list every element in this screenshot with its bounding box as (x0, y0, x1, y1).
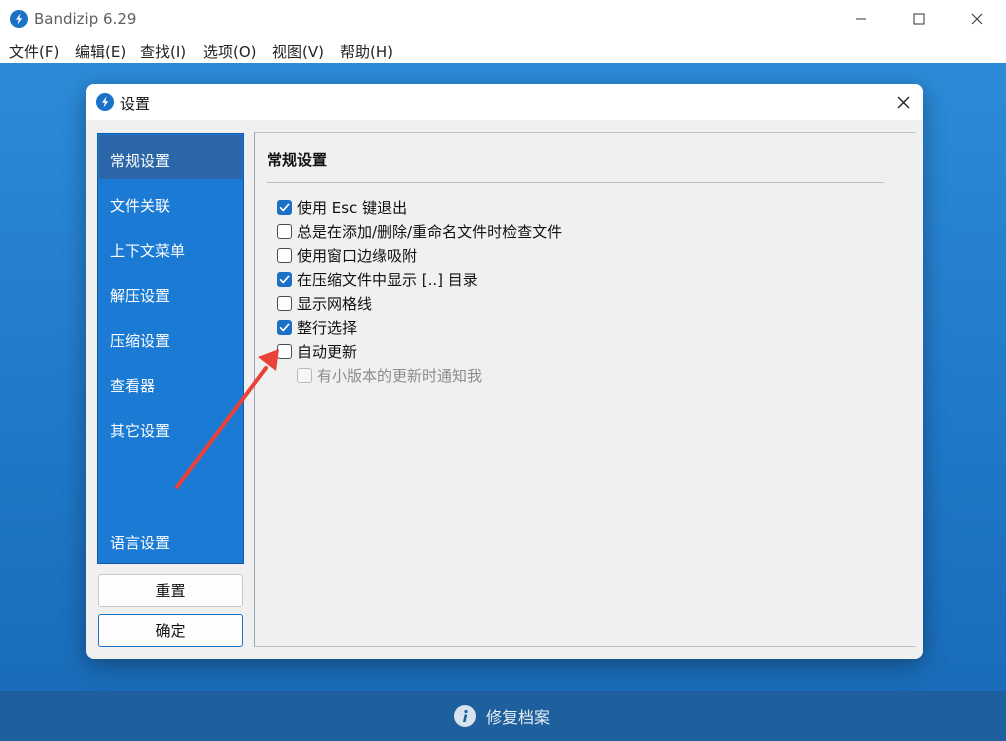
menu-help[interactable]: 帮助(H) (340, 41, 393, 62)
settings-content: 常规设置 使用 Esc 键退出 总是在添加/删除/重命名文件时检查文件 使用窗口… (254, 132, 916, 647)
dialog-title-bar: 设置 (86, 84, 923, 120)
nav-item-extract[interactable]: 解压设置 (99, 270, 242, 314)
nav-item-context-menu[interactable]: 上下文菜单 (99, 225, 242, 269)
bandizip-logo-icon (10, 10, 28, 28)
checkmark-icon (279, 203, 290, 211)
option-show-parent-dir[interactable]: 在压缩文件中显示 [..] 目录 (277, 269, 478, 289)
option-label: 显示网格线 (297, 294, 373, 313)
menu-bar: 文件(F) 编辑(E) 查找(I) 选项(O) 视图(V) 帮助(H) (0, 38, 1006, 63)
nav-item-viewer[interactable]: 查看器 (99, 360, 242, 404)
checkbox-full-row-select[interactable] (277, 319, 292, 335)
checkmark-icon (279, 275, 290, 283)
checkbox-auto-update[interactable] (277, 343, 292, 359)
menu-options[interactable]: 选项(O) (203, 41, 257, 62)
title-bar: Bandizip 6.29 (0, 0, 1006, 38)
checkbox-check-files[interactable] (277, 223, 292, 239)
repair-archive-button[interactable]: 修复档案 (454, 704, 550, 728)
close-button[interactable] (948, 0, 1006, 38)
option-label: 总是在添加/删除/重命名文件时检查文件 (297, 222, 563, 241)
option-label: 整行选择 (297, 318, 358, 337)
checkbox-show-parent-dir[interactable] (277, 271, 292, 287)
close-icon (897, 96, 909, 108)
menu-find[interactable]: 查找(I) (140, 41, 186, 62)
menu-edit[interactable]: 编辑(E) (75, 41, 126, 62)
minimize-icon (856, 18, 866, 20)
section-title: 常规设置 (267, 151, 328, 169)
nav-item-general[interactable]: 常规设置 (99, 135, 242, 179)
menu-file[interactable]: 文件(F) (9, 41, 59, 62)
footer-bar: 修复档案 (0, 691, 1006, 741)
option-label: 自动更新 (297, 342, 358, 361)
option-grid-lines[interactable]: 显示网格线 (277, 293, 372, 313)
close-icon (971, 13, 983, 25)
nav-item-compress[interactable]: 压缩设置 (99, 315, 242, 359)
option-minor-update-notify: 有小版本的更新时通知我 (297, 365, 482, 385)
option-auto-update[interactable]: 自动更新 (277, 341, 357, 361)
option-label: 使用 Esc 键退出 (297, 198, 408, 217)
dialog-title: 设置 (120, 95, 151, 113)
nav-item-language[interactable]: 语言设置 (99, 517, 242, 561)
checkbox-window-snap[interactable] (277, 247, 292, 263)
option-esc-exit[interactable]: 使用 Esc 键退出 (277, 197, 407, 217)
option-label: 使用窗口边缘吸附 (297, 246, 418, 265)
option-label: 有小版本的更新时通知我 (317, 366, 483, 385)
minimize-button[interactable] (832, 0, 890, 38)
option-label: 在压缩文件中显示 [..] 目录 (297, 270, 478, 289)
option-check-files[interactable]: 总是在添加/删除/重命名文件时检查文件 (277, 221, 562, 241)
repair-archive-label: 修复档案 (486, 708, 551, 727)
maximize-button[interactable] (890, 0, 948, 38)
info-icon (454, 705, 476, 727)
settings-nav: 常规设置 文件关联 上下文菜单 解压设置 压缩设置 查看器 其它设置 语言设置 (97, 133, 244, 564)
menu-view[interactable]: 视图(V) (272, 41, 324, 62)
ok-button[interactable]: 确定 (98, 614, 243, 647)
option-window-snap[interactable]: 使用窗口边缘吸附 (277, 245, 417, 265)
reset-button[interactable]: 重置 (98, 574, 243, 607)
checkbox-grid-lines[interactable] (277, 295, 292, 311)
checkmark-icon (279, 323, 290, 331)
maximize-icon (913, 13, 925, 25)
window-title: Bandizip 6.29 (34, 10, 137, 28)
checkbox-esc-exit[interactable] (277, 199, 292, 215)
dialog-close-button[interactable] (883, 84, 923, 120)
section-divider (267, 182, 884, 183)
option-full-row-select[interactable]: 整行选择 (277, 317, 357, 337)
checkbox-minor-update-notify (297, 367, 312, 383)
nav-item-file-association[interactable]: 文件关联 (99, 180, 242, 224)
nav-item-other[interactable]: 其它设置 (99, 405, 242, 449)
bandizip-logo-icon (96, 93, 114, 111)
settings-dialog: 设置 常规设置 文件关联 上下文菜单 解压设置 压缩设置 查看器 其它设置 语言… (86, 84, 923, 659)
